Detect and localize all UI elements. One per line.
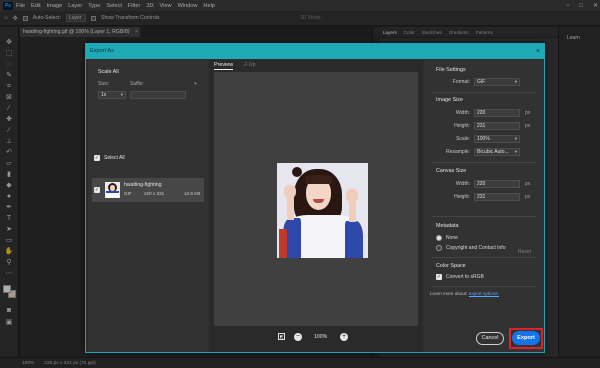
size-label: Size: — [98, 81, 110, 87]
canvas-width-label: Width: — [455, 181, 470, 187]
color-space-heading: Color Space — [436, 263, 466, 269]
canvas-width-unit: px — [525, 181, 531, 187]
divider — [432, 257, 536, 258]
format-label: Format: — [452, 79, 470, 85]
image-width-unit: px — [525, 110, 531, 116]
divider — [432, 162, 536, 163]
asset-row[interactable]: ✓ hwaiting-fighting GIF 220 x 231 12.6 K… — [92, 178, 204, 202]
convert-srgb-label: Convert to sRGB — [446, 274, 484, 280]
asset-checkbox[interactable]: ✓ — [94, 187, 100, 193]
image-height-label: Height: — [454, 123, 470, 129]
dialog-close-icon[interactable]: × — [536, 44, 540, 59]
asset-name: hwaiting-fighting — [124, 182, 162, 188]
fit-screen-icon[interactable]: ◩ — [278, 333, 285, 340]
assets-column: Scale All Size: Suffix: 1x ▾ + ✓ Select … — [88, 60, 208, 352]
divider — [432, 286, 536, 287]
image-height-input[interactable]: 231 — [474, 122, 520, 130]
scale-value: 100% — [477, 136, 490, 142]
metadata-none-radio[interactable] — [436, 235, 442, 241]
tab-preview[interactable]: Preview — [214, 62, 234, 70]
canvas-width-input[interactable]: 220 — [474, 180, 520, 188]
canvas-height-input[interactable]: 231 — [474, 193, 520, 201]
zoom-level: 100% — [314, 334, 328, 340]
add-scale-icon[interactable]: + — [194, 81, 197, 87]
chevron-down-icon: ▾ — [514, 149, 517, 154]
dialog-title-bar: Export As — [86, 44, 544, 59]
image-width-label: Width: — [455, 110, 470, 116]
metadata-copyright-label: Copyright and Contact Info — [446, 245, 506, 251]
image-size-heading: Image Size — [436, 97, 463, 103]
suffix-input[interactable] — [130, 91, 186, 99]
dialog-title: Export As — [90, 48, 114, 54]
asset-filesize: 12.6 KB — [184, 191, 201, 196]
canvas-height-label: Height: — [454, 194, 470, 200]
file-settings-heading: File Settings — [436, 67, 466, 73]
export-as-dialog: Export As × Scale All Size: Suffix: 1x ▾… — [85, 43, 545, 353]
chevron-down-icon: ▾ — [120, 92, 123, 97]
zoom-controls: ◩ − 100% + — [210, 330, 422, 344]
select-all-label: Select All — [104, 155, 125, 161]
learn-more-label: Learn more about: — [430, 291, 468, 296]
settings-column: File Settings Format: GIF ▾ Image Size W… — [424, 60, 544, 352]
learn-more-text: Learn more about: export options. — [430, 291, 499, 296]
canvas-height-unit: px — [525, 194, 531, 200]
metadata-copyright-radio[interactable] — [436, 245, 442, 251]
reset-button[interactable]: Reset — [518, 249, 531, 255]
divider — [432, 216, 536, 217]
preview-canvas — [214, 72, 418, 326]
image-height-unit: px — [525, 123, 531, 129]
asset-thumbnail — [105, 182, 120, 198]
select-all-checkbox[interactable]: ✓ — [94, 155, 100, 161]
export-button[interactable]: Export — [512, 331, 540, 345]
scale-dropdown[interactable]: 100% ▾ — [474, 135, 520, 143]
zoom-in-icon[interactable]: + — [340, 333, 348, 341]
preview-tabs: Preview 2-Up — [210, 60, 422, 70]
image-width-input[interactable]: 220 — [474, 109, 520, 117]
format-value: GIF — [477, 79, 486, 85]
export-options-link[interactable]: export options. — [469, 291, 499, 296]
resample-value: Bicubic Auto... — [477, 149, 509, 155]
chevron-down-icon: ▾ — [514, 79, 517, 84]
cancel-button[interactable]: Cancel — [476, 332, 504, 345]
asset-format: GIF — [124, 191, 132, 196]
metadata-none-label: None — [446, 235, 458, 241]
preview-image — [277, 163, 368, 258]
format-dropdown[interactable]: GIF ▾ — [474, 78, 520, 86]
resample-label: Resample: — [446, 149, 470, 155]
convert-srgb-checkbox[interactable]: ✓ — [436, 274, 442, 280]
scale-size-dropdown[interactable]: 1x ▾ — [98, 91, 126, 99]
tab-2-up[interactable]: 2-Up — [244, 62, 256, 68]
scale-all-heading: Scale All — [98, 69, 119, 75]
suffix-label: Suffix: — [130, 81, 144, 87]
zoom-out-icon[interactable]: − — [294, 333, 302, 341]
metadata-heading: Metadata — [436, 223, 459, 229]
canvas-size-heading: Canvas Size — [436, 168, 467, 174]
scale-label: Scale: — [456, 136, 470, 142]
chevron-down-icon: ▾ — [514, 136, 517, 141]
resample-dropdown[interactable]: Bicubic Auto... ▾ — [474, 148, 520, 156]
divider — [432, 92, 536, 93]
scale-size-value: 1x — [101, 92, 107, 98]
asset-dimensions: 220 x 231 — [144, 191, 165, 196]
preview-column: Preview 2-Up ◩ − 100% + — [210, 60, 422, 352]
